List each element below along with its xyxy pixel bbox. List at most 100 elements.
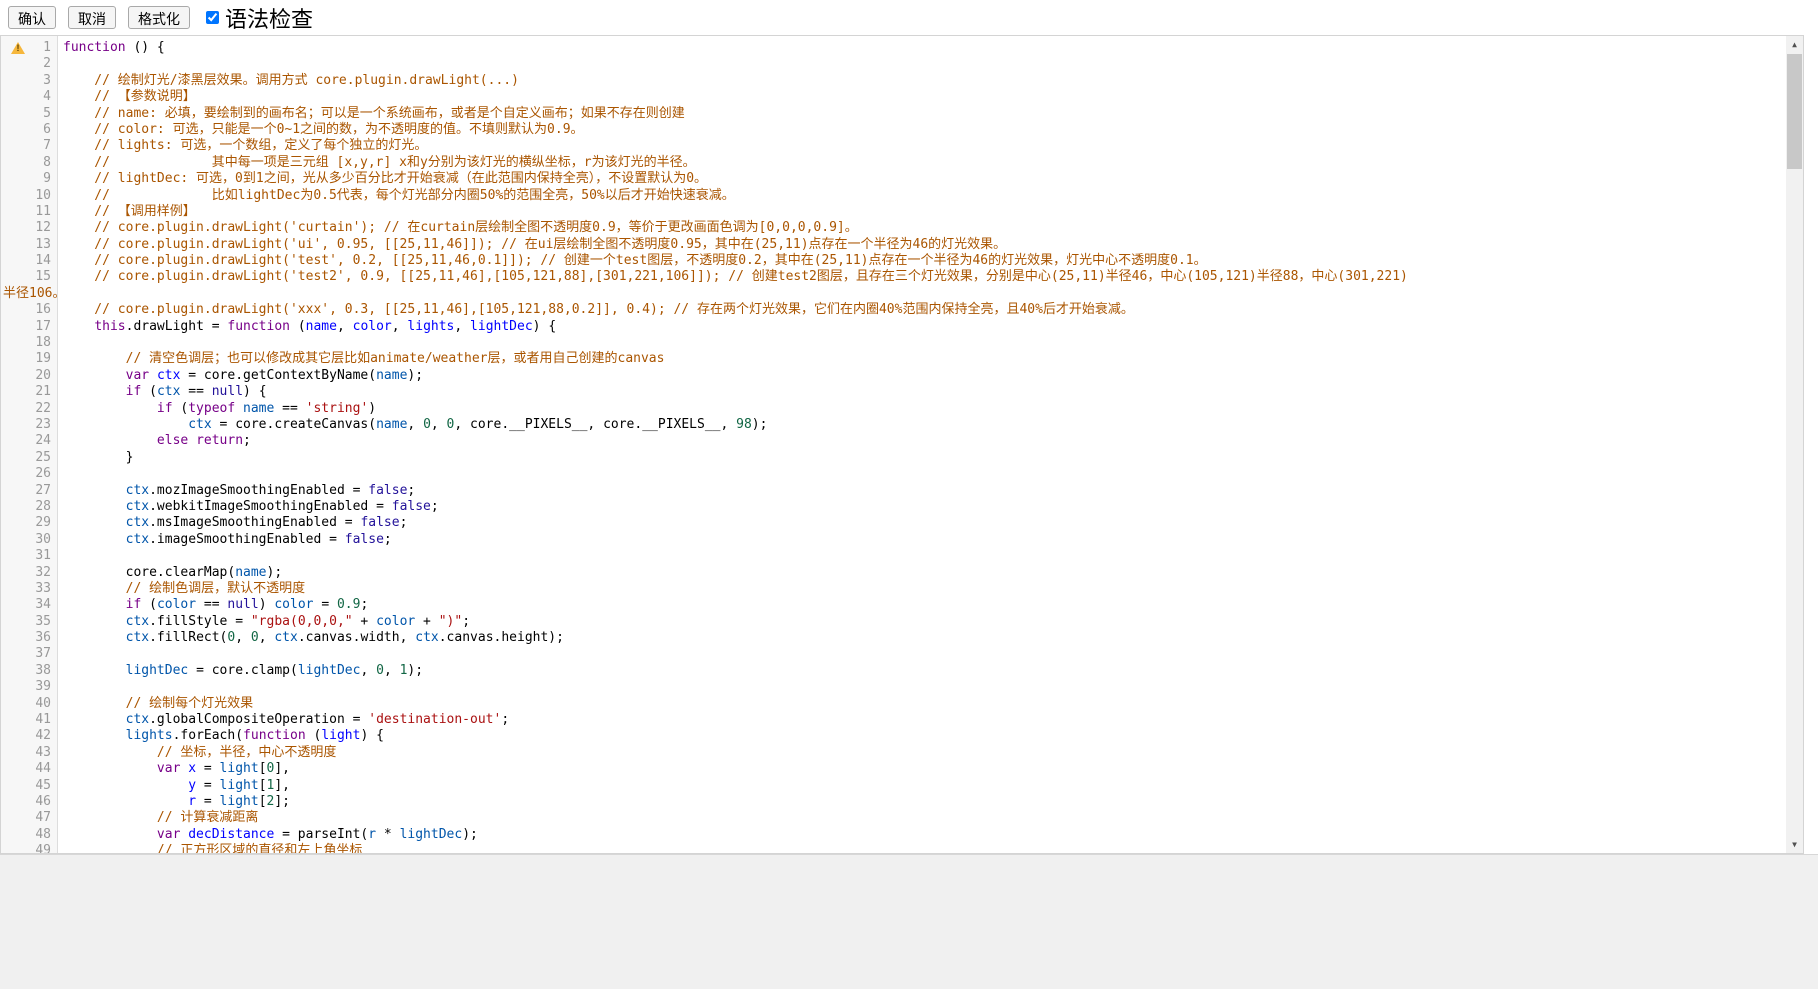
code-text: ctx.msImageSmoothingEnabled = false; [59, 515, 407, 531]
code-line[interactable]: 37 [1, 646, 1786, 662]
code-line[interactable]: 30 ctx.imageSmoothingEnabled = false; [1, 532, 1786, 548]
code-line[interactable]: 16 // core.plugin.drawLight('xxx', 0.3, … [1, 302, 1786, 318]
code-text: ctx.imageSmoothingEnabled = false; [59, 532, 392, 548]
line-number: 30 [1, 532, 59, 548]
code-line[interactable]: 21 if (ctx == null) { [1, 384, 1786, 400]
code-text: ctx.fillStyle = "rgba(0,0,0," + color + … [59, 614, 470, 630]
code-line[interactable]: 40 // 绘制每个灯光效果 [1, 696, 1786, 712]
code-line[interactable]: 7 // lights: 可选，一个数组，定义了每个独立的灯光。 [1, 138, 1786, 154]
code-text: this.drawLight = function (name, color, … [59, 319, 556, 335]
warning-icon [11, 42, 25, 54]
code-text: // core.plugin.drawLight('ui', 0.95, [[2… [59, 237, 1006, 253]
code-line[interactable]: 43 // 坐标，半径，中心不透明度 [1, 745, 1786, 761]
code-text: lights.forEach(function (light) { [59, 728, 384, 744]
scrollbar-thumb[interactable] [1787, 54, 1802, 169]
code-line[interactable]: 29 ctx.msImageSmoothingEnabled = false; [1, 515, 1786, 531]
code-text: ctx.fillRect(0, 0, ctx.canvas.width, ctx… [59, 630, 564, 646]
code-text: // lightDec: 可选，0到1之间，光从多少百分比才开始衰减（在此范围内… [59, 171, 707, 187]
code-line[interactable]: 34 if (color == null) color = 0.9; [1, 597, 1786, 613]
code-line[interactable]: 半径106。 [1, 286, 1786, 302]
line-number: 17 [1, 319, 59, 335]
line-number: 35 [1, 614, 59, 630]
code-text: // core.plugin.drawLight('xxx', 0.3, [[2… [59, 302, 1134, 318]
code-text [59, 466, 63, 482]
code-area[interactable]: 1function () {23 // 绘制灯光/漆黑层效果。调用方式 core… [1, 40, 1786, 854]
code-editor[interactable]: 1function () {23 // 绘制灯光/漆黑层效果。调用方式 core… [0, 35, 1804, 854]
code-line[interactable]: 15 // core.plugin.drawLight('test2', 0.9… [1, 269, 1786, 285]
code-line[interactable]: 27 ctx.mozImageSmoothingEnabled = false; [1, 483, 1786, 499]
code-line[interactable]: 46 r = light[2]; [1, 794, 1786, 810]
code-line[interactable]: 20 var ctx = core.getContextByName(name)… [1, 368, 1786, 384]
code-text: r = light[2]; [59, 794, 290, 810]
code-line[interactable]: 38 lightDec = core.clamp(lightDec, 0, 1)… [1, 663, 1786, 679]
code-text: // 绘制每个灯光效果 [59, 696, 253, 712]
code-line[interactable]: 26 [1, 466, 1786, 482]
cancel-button[interactable]: 取消 [68, 6, 116, 29]
code-line[interactable]: 31 [1, 548, 1786, 564]
code-line[interactable]: 49 // 正方形区域的直径和左上角坐标 [1, 843, 1786, 854]
code-text [59, 56, 63, 72]
code-text: 半径106。 [1, 286, 65, 302]
code-line[interactable]: 13 // core.plugin.drawLight('ui', 0.95, … [1, 237, 1786, 253]
vertical-scrollbar[interactable]: ▲ ▼ [1786, 36, 1803, 853]
code-text: ctx.webkitImageSmoothingEnabled = false; [59, 499, 439, 515]
line-number: 16 [1, 302, 59, 318]
code-line[interactable]: 42 lights.forEach(function (light) { [1, 728, 1786, 744]
code-line[interactable]: 39 [1, 679, 1786, 695]
code-line[interactable]: 1function () { [1, 40, 1786, 56]
line-number: 12 [1, 220, 59, 236]
code-line[interactable]: 9 // lightDec: 可选，0到1之间，光从多少百分比才开始衰减（在此范… [1, 171, 1786, 187]
code-line[interactable]: 6 // color: 可选，只能是一个0~1之间的数，为不透明度的值。不填则默… [1, 122, 1786, 138]
code-line[interactable]: 19 // 清空色调层；也可以修改成其它层比如animate/weather层，… [1, 351, 1786, 367]
code-line[interactable]: 48 var decDistance = parseInt(r * lightD… [1, 827, 1786, 843]
code-line[interactable]: 25 } [1, 450, 1786, 466]
code-line[interactable]: 24 else return; [1, 433, 1786, 449]
line-number: 7 [1, 138, 59, 154]
code-line[interactable]: 36 ctx.fillRect(0, 0, ctx.canvas.width, … [1, 630, 1786, 646]
code-line[interactable]: 23 ctx = core.createCanvas(name, 0, 0, c… [1, 417, 1786, 433]
line-number: 32 [1, 565, 59, 581]
code-text: } [59, 450, 133, 466]
code-text: // 其中每一项是三元组 [x,y,r] x和y分别为该灯光的横纵坐标，r为该灯… [59, 155, 696, 171]
line-number: 20 [1, 368, 59, 384]
code-line[interactable]: 44 var x = light[0], [1, 761, 1786, 777]
format-button[interactable]: 格式化 [128, 6, 190, 29]
code-line[interactable]: 5 // name: 必填，要绘制到的画布名；可以是一个系统画布，或者是个自定义… [1, 106, 1786, 122]
code-text: // 计算衰减距离 [59, 810, 258, 826]
syntax-check-checkbox[interactable] [206, 11, 219, 24]
line-number: 18 [1, 335, 59, 351]
code-text: var decDistance = parseInt(r * lightDec)… [59, 827, 478, 843]
code-line[interactable]: 17 this.drawLight = function (name, colo… [1, 319, 1786, 335]
code-line[interactable]: 8 // 其中每一项是三元组 [x,y,r] x和y分别为该灯光的横纵坐标，r为… [1, 155, 1786, 171]
code-line[interactable]: 35 ctx.fillStyle = "rgba(0,0,0," + color… [1, 614, 1786, 630]
code-text: // 绘制色调层，默认不透明度 [59, 581, 305, 597]
confirm-button[interactable]: 确认 [8, 6, 56, 29]
code-line[interactable]: 47 // 计算衰减距离 [1, 810, 1786, 826]
code-line[interactable]: 45 y = light[1], [1, 778, 1786, 794]
code-line[interactable]: 4 // 【参数说明】 [1, 89, 1786, 105]
scroll-down-button[interactable]: ▼ [1786, 836, 1803, 853]
syntax-check-label: 语法检查 [225, 2, 313, 34]
code-text: if (typeof name == 'string') [59, 401, 376, 417]
code-line[interactable]: 41 ctx.globalCompositeOperation = 'desti… [1, 712, 1786, 728]
code-line[interactable]: 11 // 【调用样例】 [1, 204, 1786, 220]
code-text: lightDec = core.clamp(lightDec, 0, 1); [59, 663, 423, 679]
code-line[interactable]: 10 // 比如lightDec为0.5代表，每个灯光部分内圈50%的范围全亮，… [1, 188, 1786, 204]
code-line[interactable]: 2 [1, 56, 1786, 72]
line-number: 45 [1, 778, 59, 794]
line-number: 24 [1, 433, 59, 449]
code-line[interactable]: 14 // core.plugin.drawLight('test', 0.2,… [1, 253, 1786, 269]
code-line[interactable]: 12 // core.plugin.drawLight('curtain'); … [1, 220, 1786, 236]
code-line[interactable]: 18 [1, 335, 1786, 351]
code-text: // 【参数说明】 [59, 89, 196, 105]
code-line[interactable]: 32 core.clearMap(name); [1, 565, 1786, 581]
line-number: 37 [1, 646, 59, 662]
code-line[interactable]: 33 // 绘制色调层，默认不透明度 [1, 581, 1786, 597]
code-line[interactable]: 3 // 绘制灯光/漆黑层效果。调用方式 core.plugin.drawLig… [1, 73, 1786, 89]
line-number: 9 [1, 171, 59, 187]
code-text: // 【调用样例】 [59, 204, 196, 220]
code-line[interactable]: 28 ctx.webkitImageSmoothingEnabled = fal… [1, 499, 1786, 515]
code-line[interactable]: 22 if (typeof name == 'string') [1, 401, 1786, 417]
line-number: 47 [1, 810, 59, 826]
scroll-up-button[interactable]: ▲ [1786, 36, 1803, 53]
